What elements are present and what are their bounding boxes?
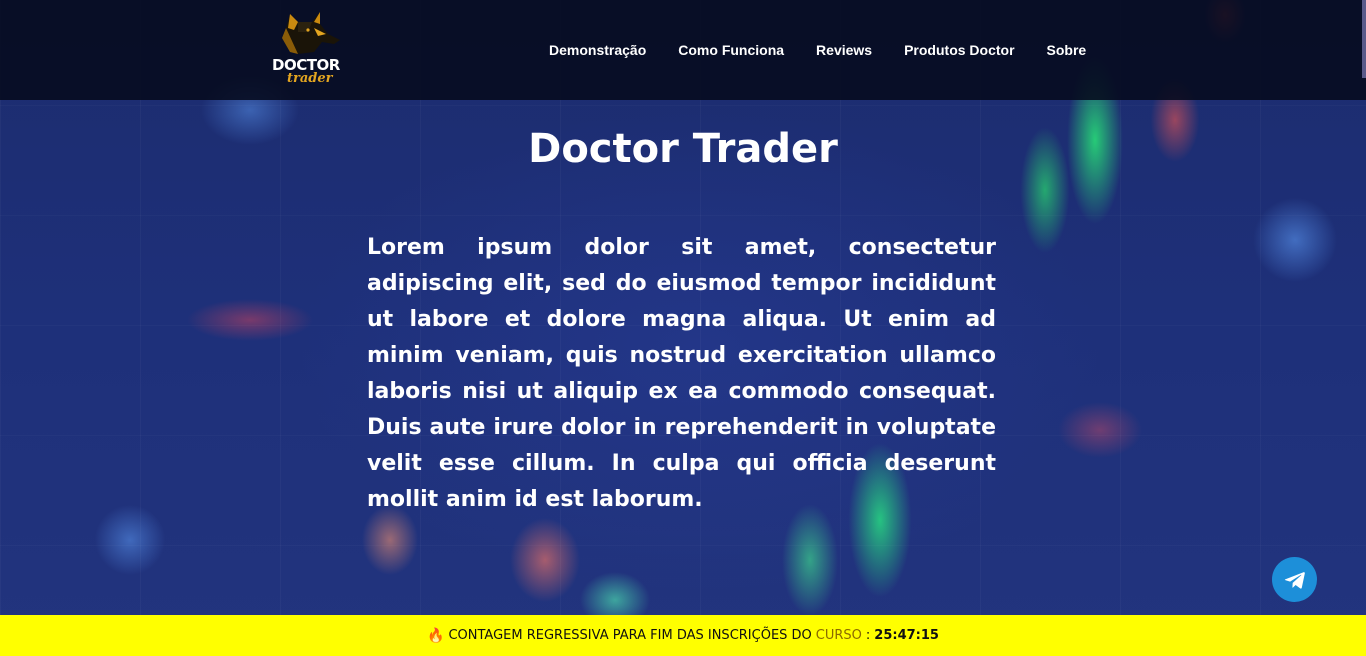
telegram-icon [1284, 571, 1305, 589]
nav-item-produtos-doctor[interactable]: Produtos Doctor [904, 42, 1014, 58]
banner-prefix: CONTAGEM REGRESSIVA PARA FIM DAS INSCRIÇ… [448, 628, 812, 643]
wolf-head-icon [282, 12, 340, 54]
site-header: DOCTOR trader Demonstração Como Funciona… [0, 0, 1366, 100]
telegram-button[interactable] [1272, 557, 1317, 602]
banner-word-curso: CURSO [815, 628, 862, 643]
nav-item-como-funciona[interactable]: Como Funciona [678, 42, 784, 58]
site-logo[interactable]: DOCTOR trader [268, 8, 350, 90]
main-nav: Demonstração Como Funciona Reviews Produ… [549, 42, 1086, 58]
banner-colon: : [865, 628, 871, 643]
countdown-timer: 25:47:15 [874, 628, 939, 643]
countdown-banner: 🔥 CONTAGEM REGRESSIVA PARA FIM DAS INSCR… [0, 615, 1366, 656]
nav-item-reviews[interactable]: Reviews [816, 42, 872, 58]
logo-text-trader: trader [287, 71, 333, 86]
scrollbar-indicator[interactable] [1362, 0, 1366, 78]
fire-icon: 🔥 [427, 627, 445, 644]
page-title: Doctor Trader [528, 126, 838, 172]
hero-body-text: Lorem ipsum dolor sit amet, consectetur … [367, 235, 996, 512]
nav-item-sobre[interactable]: Sobre [1047, 42, 1087, 58]
nav-item-demonstracao[interactable]: Demonstração [549, 42, 646, 58]
